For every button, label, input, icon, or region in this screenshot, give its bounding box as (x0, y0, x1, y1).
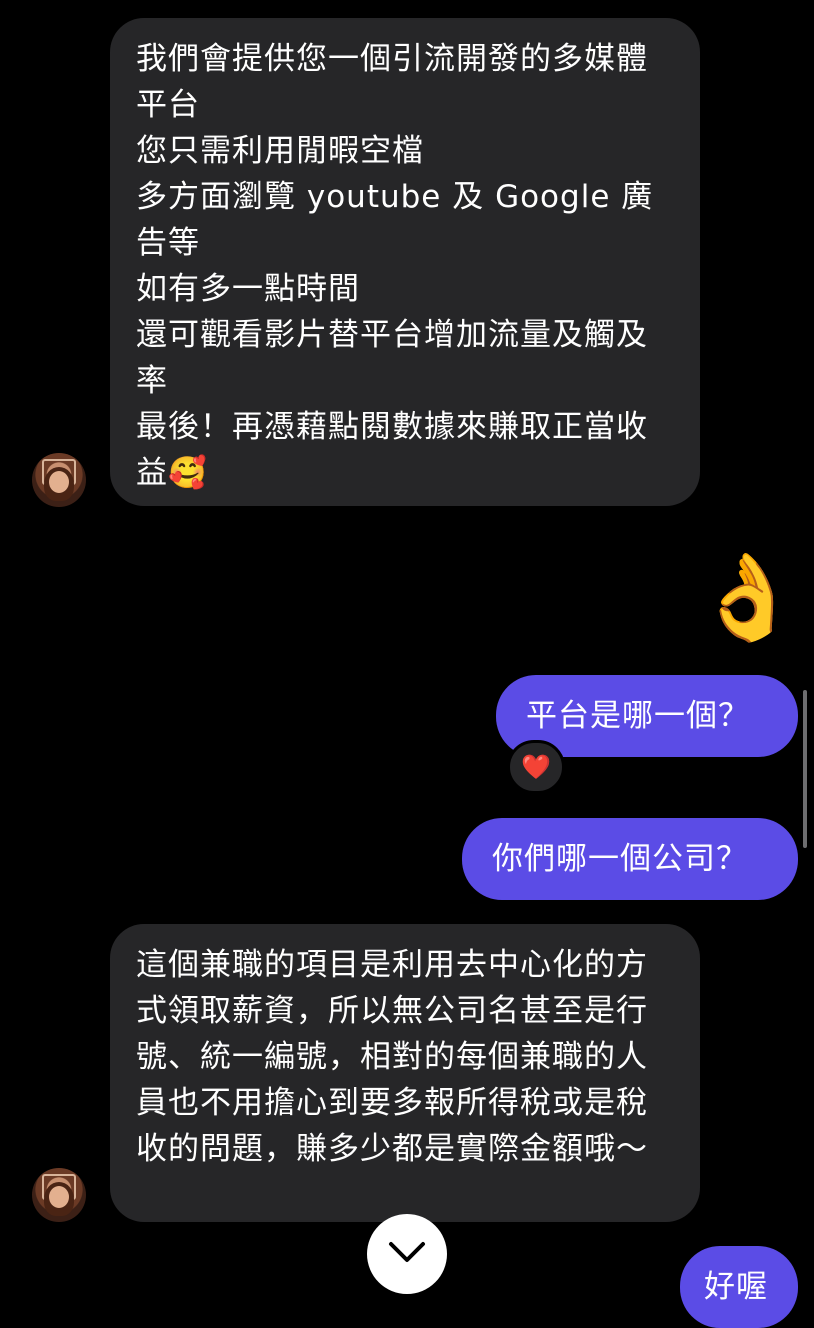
scroll-to-bottom-button[interactable] (367, 1214, 447, 1294)
scrollbar[interactable] (803, 690, 807, 848)
avatar-face (49, 1186, 69, 1208)
chevron-down-icon (389, 1242, 425, 1262)
chat-thread[interactable]: 我們會提供您一個引流開發的多媒體平台 您只需利用閒暇空檔 多方面瀏覽 youtu… (0, 0, 814, 1328)
avatar[interactable] (32, 453, 86, 507)
message-line: 最後！再憑藉點閱數據來賺取正當收益🥰 (136, 409, 648, 491)
message-line: 您只需利用閒暇空檔 (136, 133, 424, 169)
message-line: 我們會提供您一個引流開發的多媒體平台 (136, 41, 648, 123)
message-line: 還可觀看影片替平台增加流量及觸及率 (136, 317, 648, 399)
avatar-face (49, 471, 69, 493)
avatar[interactable] (32, 1168, 86, 1222)
message-line: 多方面瀏覽 youtube 及 Google 廣告等 (136, 179, 654, 261)
ok-hand-emoji-message[interactable]: 👌 (695, 542, 800, 652)
outgoing-message-bubble-partial[interactable]: 好喔 (680, 1246, 798, 1328)
incoming-message-bubble[interactable]: 我們會提供您一個引流開發的多媒體平台 您只需利用閒暇空檔 多方面瀏覽 youtu… (110, 18, 700, 506)
outgoing-message-bubble[interactable]: 你們哪一個公司？ (462, 818, 798, 900)
message-text: 這個兼職的項目是利用去中心化的方式領取薪資，所以無公司名甚至是行號、統一編號，相… (136, 947, 648, 1167)
message-line: 如有多一點時間 (136, 271, 360, 307)
incoming-message-bubble[interactable]: 這個兼職的項目是利用去中心化的方式領取薪資，所以無公司名甚至是行號、統一編號，相… (110, 924, 700, 1222)
heart-reaction-icon[interactable]: ❤️ (507, 740, 565, 794)
